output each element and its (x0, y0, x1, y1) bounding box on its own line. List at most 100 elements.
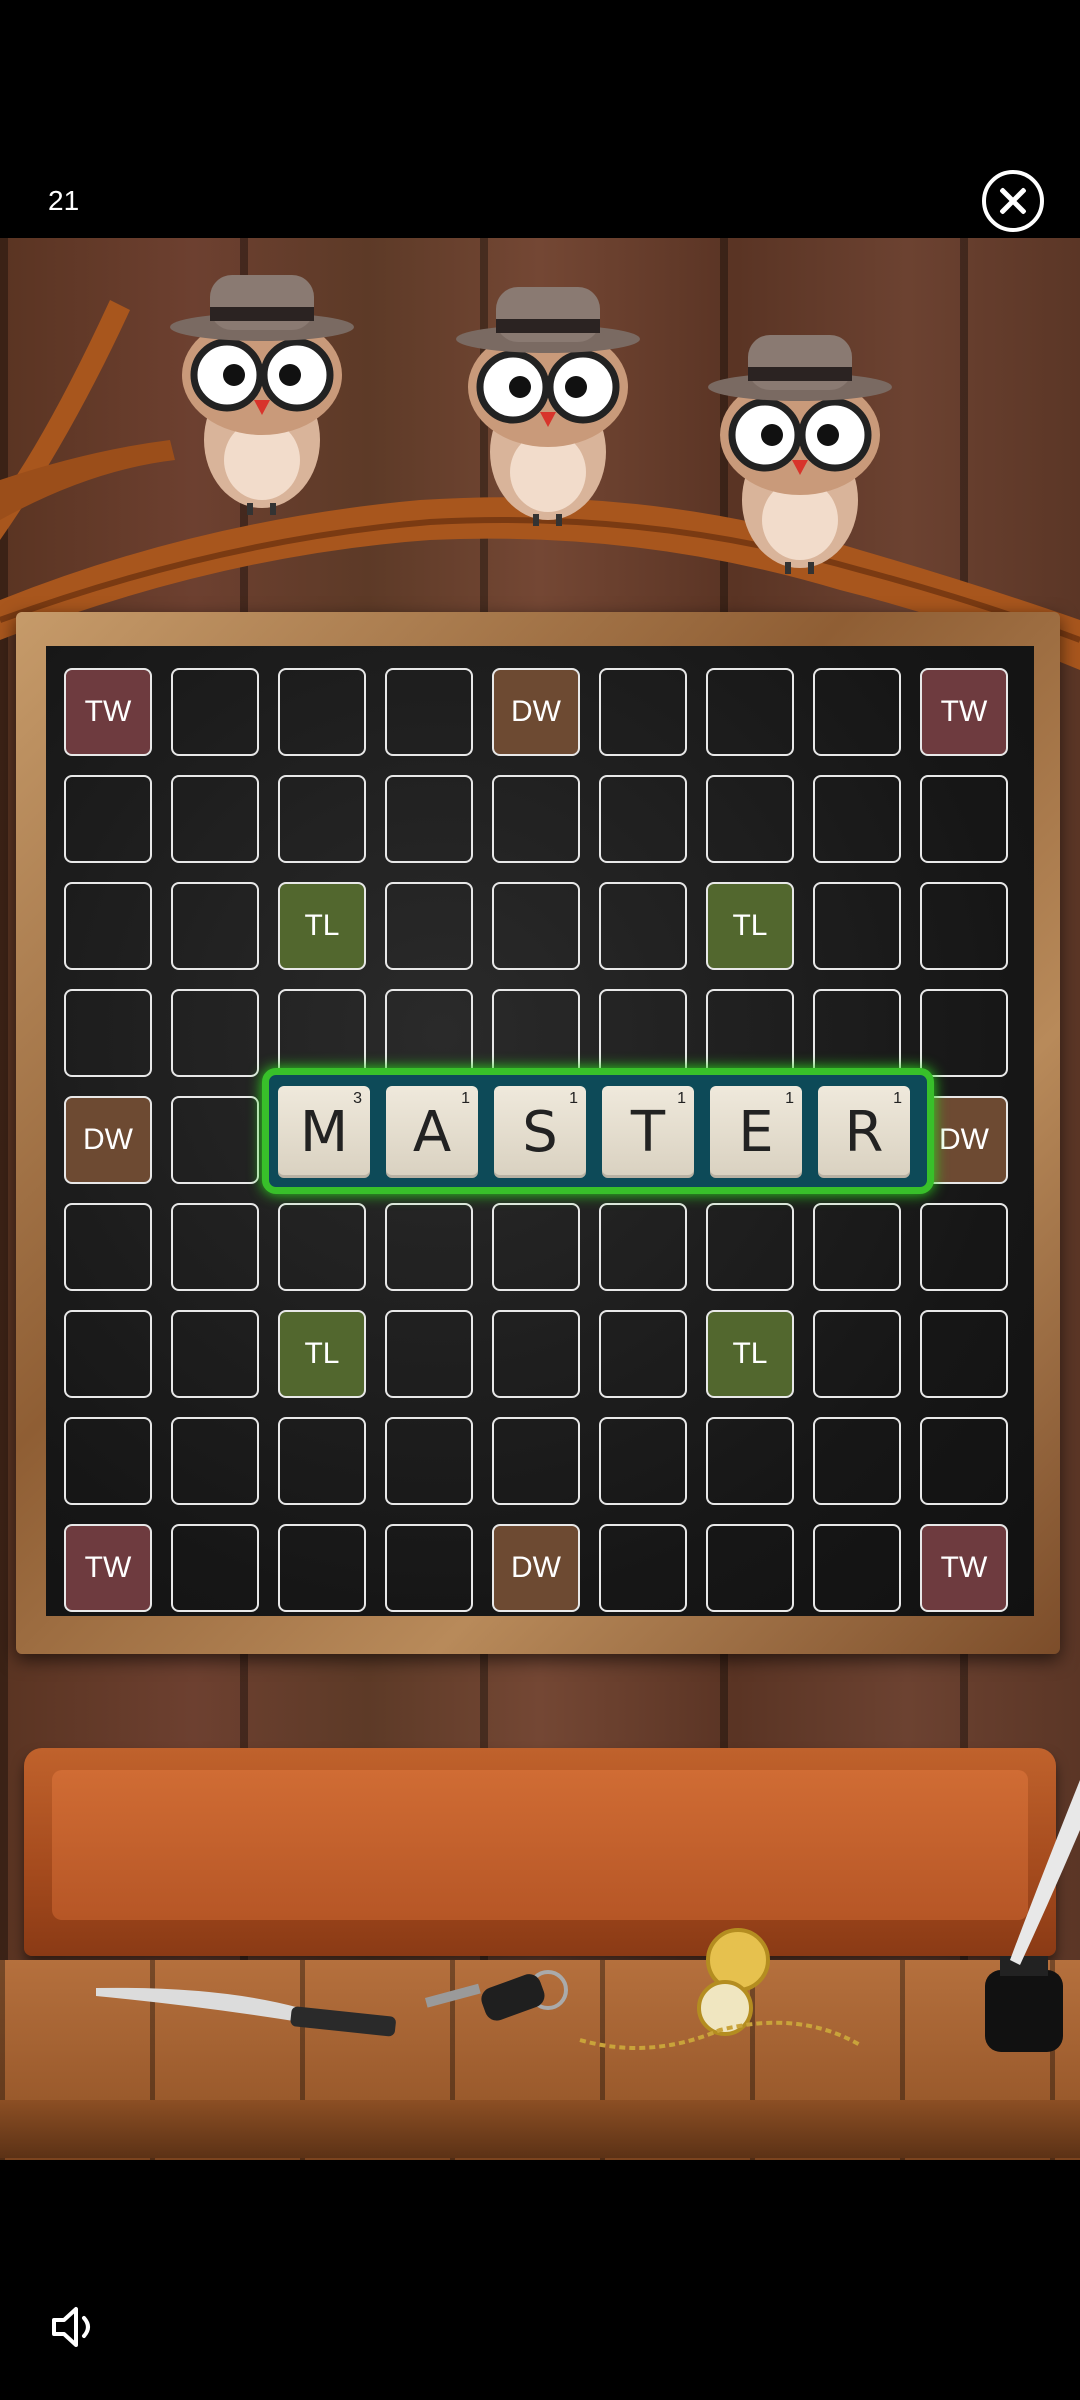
board-cell[interactable] (920, 989, 1008, 1077)
board-cell[interactable]: DW (64, 1096, 152, 1184)
board-cell[interactable] (813, 1524, 901, 1612)
board-cell[interactable] (278, 1524, 366, 1612)
board-cell[interactable] (813, 1417, 901, 1505)
letter-tile[interactable]: R1 (818, 1086, 910, 1178)
board-cell[interactable] (813, 668, 901, 756)
board-cell[interactable] (492, 775, 580, 863)
board-cell[interactable] (278, 1417, 366, 1505)
knife-icon (96, 1987, 396, 2037)
tile-letter: E (738, 1100, 774, 1165)
board-cell[interactable]: TL (706, 882, 794, 970)
tile-letter: S (522, 1100, 558, 1165)
board-cell[interactable]: TL (278, 1310, 366, 1398)
board-cell[interactable] (278, 775, 366, 863)
board-cell[interactable] (706, 1203, 794, 1291)
board-cell[interactable]: TW (64, 668, 152, 756)
car-keys-icon (424, 1970, 568, 2021)
board-cell[interactable] (278, 989, 366, 1077)
board-cell[interactable] (599, 989, 687, 1077)
board-cell[interactable] (599, 1524, 687, 1612)
board-cell[interactable] (706, 1524, 794, 1612)
board-cell[interactable] (385, 1524, 473, 1612)
letter-tile[interactable]: T1 (602, 1086, 694, 1178)
board-cell[interactable] (171, 1096, 259, 1184)
letter-tile[interactable]: A1 (386, 1086, 478, 1178)
board-cell[interactable] (171, 668, 259, 756)
owl-right (708, 335, 892, 574)
board-cell[interactable] (64, 882, 152, 970)
table-edge (0, 2100, 1080, 2158)
board-cell[interactable] (813, 882, 901, 970)
letter-tile[interactable]: S1 (494, 1086, 586, 1178)
sound-button[interactable] (48, 2300, 102, 2354)
board-cell[interactable] (64, 775, 152, 863)
board-cell[interactable] (920, 1417, 1008, 1505)
letter-tile[interactable]: M3 (278, 1086, 370, 1178)
board-cell[interactable] (920, 1310, 1008, 1398)
board-cell[interactable] (813, 1203, 901, 1291)
board-cell[interactable] (492, 1417, 580, 1505)
board-cell[interactable] (171, 1524, 259, 1612)
board-cell[interactable] (492, 882, 580, 970)
board-cell[interactable] (920, 1203, 1008, 1291)
board-cell[interactable]: TL (278, 882, 366, 970)
inkwell-icon (985, 1780, 1080, 2052)
board-cell[interactable]: TW (920, 668, 1008, 756)
board-cell[interactable] (706, 775, 794, 863)
board-cell[interactable] (278, 668, 366, 756)
board-cell[interactable] (706, 989, 794, 1077)
board-cell[interactable] (599, 1310, 687, 1398)
speaker-icon (52, 2307, 90, 2347)
board-cell[interactable] (813, 775, 901, 863)
top-bar (0, 0, 1080, 238)
board-cell[interactable] (385, 1203, 473, 1291)
board-cell[interactable] (385, 775, 473, 863)
board-cell[interactable] (64, 1203, 152, 1291)
board-cell[interactable]: TL (706, 1310, 794, 1398)
tile-points: 1 (461, 1090, 470, 1107)
board-cell[interactable] (813, 1310, 901, 1398)
board-cell[interactable] (385, 1310, 473, 1398)
board-cell[interactable] (171, 1417, 259, 1505)
board-cell[interactable] (171, 1310, 259, 1398)
pocket-watch-icon (579, 1928, 862, 2050)
owl-left (170, 275, 354, 515)
board-cell[interactable] (920, 775, 1008, 863)
board-cell[interactable] (64, 989, 152, 1077)
tile-letter: A (412, 1100, 452, 1165)
board-cell[interactable] (706, 668, 794, 756)
board-cell[interactable]: DW (492, 668, 580, 756)
board-cell[interactable]: TW (920, 1524, 1008, 1612)
board-cell[interactable] (706, 1417, 794, 1505)
board-cell[interactable] (920, 882, 1008, 970)
board-cell[interactable] (599, 1417, 687, 1505)
board-cell[interactable] (385, 989, 473, 1077)
letter-tile[interactable]: E1 (710, 1086, 802, 1178)
owl-middle (456, 287, 640, 526)
board-cell[interactable] (385, 668, 473, 756)
board-cell[interactable] (599, 775, 687, 863)
board-cell[interactable] (599, 882, 687, 970)
board-cell[interactable]: TW (64, 1524, 152, 1612)
tile-letter: R (844, 1100, 884, 1165)
board-cell[interactable] (278, 1203, 366, 1291)
board-cell[interactable] (492, 1203, 580, 1291)
board-cell[interactable] (385, 882, 473, 970)
board-cell[interactable] (171, 989, 259, 1077)
tile-points: 3 (353, 1090, 362, 1107)
board-cell[interactable] (64, 1310, 152, 1398)
board-cell[interactable] (492, 1310, 580, 1398)
board-cell[interactable] (599, 668, 687, 756)
board-cell[interactable] (813, 989, 901, 1077)
board-cell[interactable] (171, 775, 259, 863)
board-cell[interactable] (492, 989, 580, 1077)
level-counter: 21 (48, 185, 80, 216)
board-cell[interactable] (64, 1417, 152, 1505)
board-cell[interactable] (385, 1417, 473, 1505)
board-cell[interactable] (599, 1203, 687, 1291)
board-cell[interactable] (171, 1203, 259, 1291)
close-button[interactable] (982, 170, 1044, 232)
board-cell[interactable] (171, 882, 259, 970)
board-cell[interactable]: DW (492, 1524, 580, 1612)
tile-letter: T (630, 1100, 666, 1165)
